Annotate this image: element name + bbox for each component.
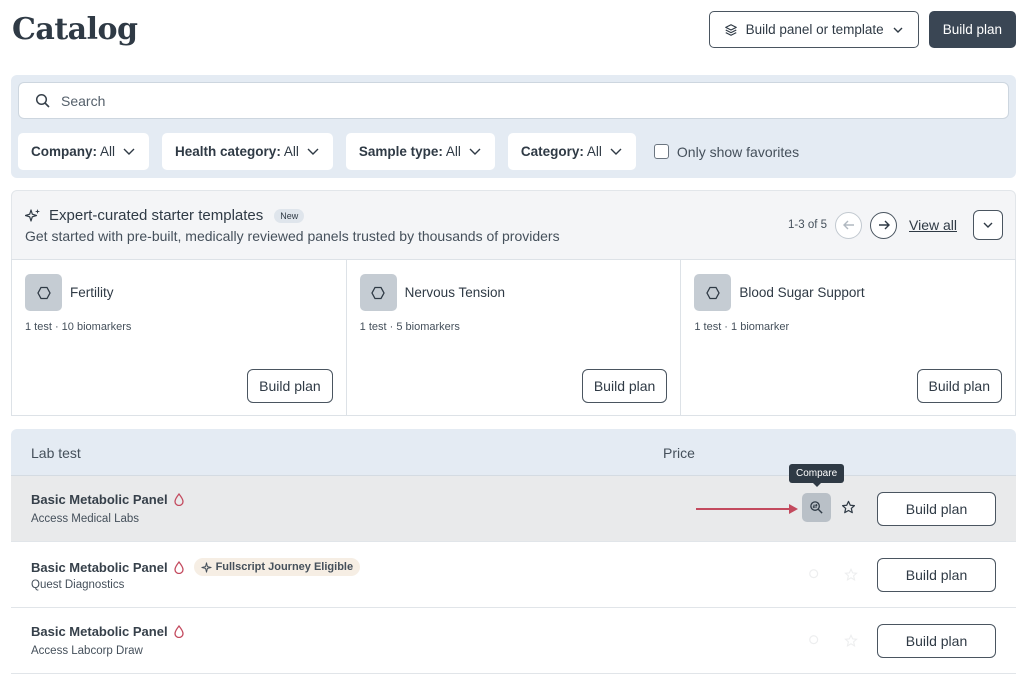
new-badge: New [274,208,305,223]
sparkle-icon [200,561,212,573]
search-icon [35,93,50,108]
template-meta: 1 test · 10 biomarkers [25,321,132,333]
templates-title: Expert-curated starter templates [49,207,264,224]
lab-company: Quest Diagnostics [31,579,125,591]
journey-eligible-badge: Fullscript Journey Eligible [193,558,361,576]
annotation-arrow-head [789,504,798,514]
lab-test-name: Basic Metabolic Panel [31,492,168,507]
arrow-right-icon [878,220,890,230]
lab-test-title: Basic Metabolic Panel [31,492,184,507]
filter-key: Category: [520,144,584,159]
lab-company: Access Labcorp Draw [31,645,143,657]
templates-heading: Expert-curated starter templates New [25,207,305,224]
hexagon-icon [25,274,62,311]
filter-key: Company: [31,144,98,159]
build-plan-button[interactable]: Build plan [928,11,1016,48]
blood-drop-icon [173,625,184,638]
star-icon[interactable] [844,634,858,648]
collapse-button[interactable] [973,210,1003,240]
annotation-arrow-line [696,508,792,510]
layers-icon [724,23,737,36]
template-build-plan-button[interactable]: Build plan [581,369,668,403]
starter-templates-section: Expert-curated starter templates New Get… [11,190,1017,416]
filter-value: All [586,144,602,159]
table-row[interactable]: Basic Metabolic Panel Access Medical Lab… [11,464,1016,542]
chevron-down-icon [123,148,135,155]
star-icon[interactable] [844,568,858,582]
lab-test-name: Basic Metabolic Panel [31,624,168,639]
row-build-plan-button[interactable]: Build plan [877,492,996,526]
blood-drop-icon [173,493,184,506]
compare-icon[interactable] [808,568,822,582]
filter-company[interactable]: Company: All [18,133,150,170]
favorites-checkbox[interactable] [653,144,669,159]
chevron-down-icon [469,148,481,155]
lab-test-title: Basic Metabolic Panel Fullscript Journey… [31,558,361,576]
search-placeholder: Search [61,92,106,109]
templates-subtitle: Get started with pre-built, medically re… [25,228,560,244]
sparkle-icon [25,208,40,222]
compare-tooltip: Compare [789,464,845,487]
template-card[interactable]: Fertility 1 test · 10 biomarkers Build p… [11,259,347,416]
star-icon[interactable] [841,500,856,515]
next-button[interactable] [870,211,897,239]
compare-button[interactable] [802,493,831,522]
template-meta: 1 test · 5 biomarkers [359,321,460,333]
column-header-price: Price [663,445,695,461]
chevron-down-icon [307,148,319,155]
filter-category[interactable]: Category: All [507,133,636,170]
page-title: Catalog [12,12,138,47]
template-card[interactable]: Nervous Tension 1 test · 5 biomarkers Bu… [346,259,682,416]
chevron-down-icon [983,222,993,228]
template-name: Nervous Tension [404,285,505,300]
row-hover-actions [808,568,858,582]
lab-test-name: Basic Metabolic Panel [31,559,168,575]
template-build-plan-button[interactable]: Build plan [247,369,333,403]
build-panel-label: Build panel or template [745,22,884,37]
chevron-down-icon [610,148,622,155]
chevron-down-icon [893,27,903,33]
filter-health-category[interactable]: Health category: All [162,133,333,170]
favorites-toggle[interactable]: Only show favorites [653,143,800,160]
hexagon-icon [694,274,732,311]
view-all-link[interactable]: View all [909,217,957,233]
previous-button[interactable] [835,211,862,239]
template-name: Blood Sugar Support [739,285,865,300]
template-cards: Fertility 1 test · 10 biomarkers Build p… [11,259,1017,416]
filter-value: All [100,144,116,159]
template-build-plan-button[interactable]: Build plan [916,369,1003,403]
header-actions: Build panel or template Build plan [708,11,1016,48]
hexagon-icon [359,274,397,311]
search-input[interactable]: Search [18,82,1009,119]
template-name: Fertility [70,285,114,300]
template-meta: 1 test · 1 biomarker [694,321,790,333]
lab-test-table: Lab test Price Basic Metabolic Panel Acc… [11,429,1016,674]
row-build-plan-button[interactable]: Build plan [877,624,996,658]
row-hover-actions [808,634,858,648]
journey-badge-label: Fullscript Journey Eligible [215,561,354,573]
filter-sample-type[interactable]: Sample type: All [345,133,495,170]
table-row[interactable]: Basic Metabolic Panel Access Labcorp Dra… [11,608,1016,674]
column-header-lab-test: Lab test [31,445,81,461]
arrow-left-icon [842,220,854,230]
build-panel-dropdown-button[interactable]: Build panel or template [708,11,919,48]
pager-text: 1-3 of 5 [788,219,827,231]
filter-key: Sample type: [358,144,443,159]
row-build-plan-button[interactable]: Build plan [877,558,996,592]
lab-test-title: Basic Metabolic Panel [31,624,184,639]
template-card[interactable]: Blood Sugar Support 1 test · 1 biomarker… [681,259,1017,416]
compare-icon [810,501,823,514]
filter-panel: Search Company: All Health category: All S… [11,75,1016,178]
lab-company: Access Medical Labs [31,513,140,525]
filter-value: All [445,144,461,159]
table-row[interactable]: Basic Metabolic Panel Fullscript Journey… [11,542,1016,608]
blood-drop-icon [173,560,184,574]
favorites-label: Only show favorites [676,143,800,160]
filter-value: All [283,144,299,159]
filter-row: Company: All Health category: All Sample t… [18,133,799,170]
compare-icon[interactable] [808,634,822,648]
filter-key: Health category: [175,144,281,159]
table-header: Lab test Price [11,429,1016,476]
templates-nav: 1-3 of 5 View all [788,210,1003,240]
